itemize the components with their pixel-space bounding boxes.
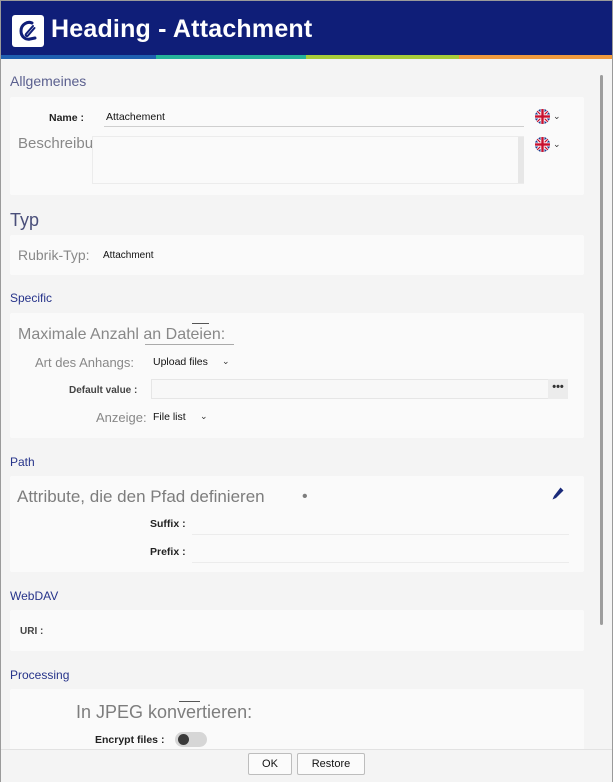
section-heading-path: Path [10,455,35,469]
jpeg-convert-label: In JPEG konvertieren: [76,702,253,722]
vertical-scrollbar[interactable] [600,75,603,625]
section-heading-typ: Typ [10,210,40,230]
path-attributes-label: Attribute, die den Pfad definieren [17,487,265,506]
edit-pencil-icon[interactable] [551,486,565,507]
toggle-knob [178,734,189,745]
default-value-label: Default value : [69,385,138,396]
title-bar: Heading - Attachment [1,1,612,55]
prefix-label: Prefix : [150,546,186,558]
chevron-down-icon[interactable]: ⌄ [553,111,561,122]
encrypt-files-toggle[interactable] [175,732,207,747]
description-textarea[interactable] [92,136,524,184]
name-input[interactable]: Attachement [106,111,165,123]
max-files-input[interactable] [145,344,234,345]
encrypt-files-label: Encrypt files : [95,734,165,746]
attachment-type-select[interactable]: Upload files [153,356,208,368]
required-marker: • [302,488,308,505]
default-value-input[interactable] [151,379,549,399]
section-heading-processing: Processing [10,668,70,682]
ok-button[interactable]: OK [248,753,292,775]
form-content: Allgemeines Name : Attachement ⌄ Beschre… [1,59,612,749]
processing-panel: In JPEG konvertieren: Encrypt files : [10,689,584,749]
name-input-underline [104,126,524,127]
attachment-type-label: Art des Anhangs: [35,355,135,370]
chevron-down-icon[interactable]: ⌄ [553,139,561,150]
text-cursor-mark [192,323,209,324]
chevron-down-icon[interactable]: ⌄ [200,411,208,422]
uri-label: URI : [20,626,44,637]
suffix-label: Suffix : [150,518,186,530]
prefix-input[interactable] [192,562,569,563]
specific-panel: Maximale Anzahl an Dateien: Art des Anha… [10,313,584,438]
rubric-type-label: Rubrik-Typ: [18,247,90,263]
text-cursor-mark [179,701,200,702]
name-label: Name : [49,112,85,124]
description-scrollbar[interactable] [518,137,524,183]
restore-button[interactable]: Restore [297,753,365,775]
path-panel: Attribute, die den Pfad definieren • Suf… [10,476,584,572]
webdav-panel: URI : [10,610,584,651]
window-title: Heading - Attachment [51,15,313,43]
uk-flag-icon[interactable] [535,109,550,124]
max-files-label: Maximale Anzahl an Dateien: [18,326,226,343]
more-options-button[interactable]: ••• [548,379,568,399]
uk-flag-icon[interactable] [535,137,550,152]
suffix-input[interactable] [192,534,569,535]
section-heading-specific: Specific [10,291,53,305]
section-heading-webdav: WebDAV [10,589,59,603]
typ-panel: Rubrik-Typ: Attachment [10,235,584,275]
chevron-down-icon[interactable]: ⌄ [222,356,230,367]
section-heading-general: Allgemeines [10,73,87,89]
display-label: Anzeige: [96,410,147,425]
dialog-window: Heading - Attachment Allgemeines Name : … [0,0,613,782]
general-panel: Name : Attachement ⌄ Beschreibung: ⌄ [10,97,584,195]
rubric-type-value: Attachment [103,250,154,261]
app-logo-icon [12,15,44,47]
display-select[interactable]: File list [153,411,186,423]
